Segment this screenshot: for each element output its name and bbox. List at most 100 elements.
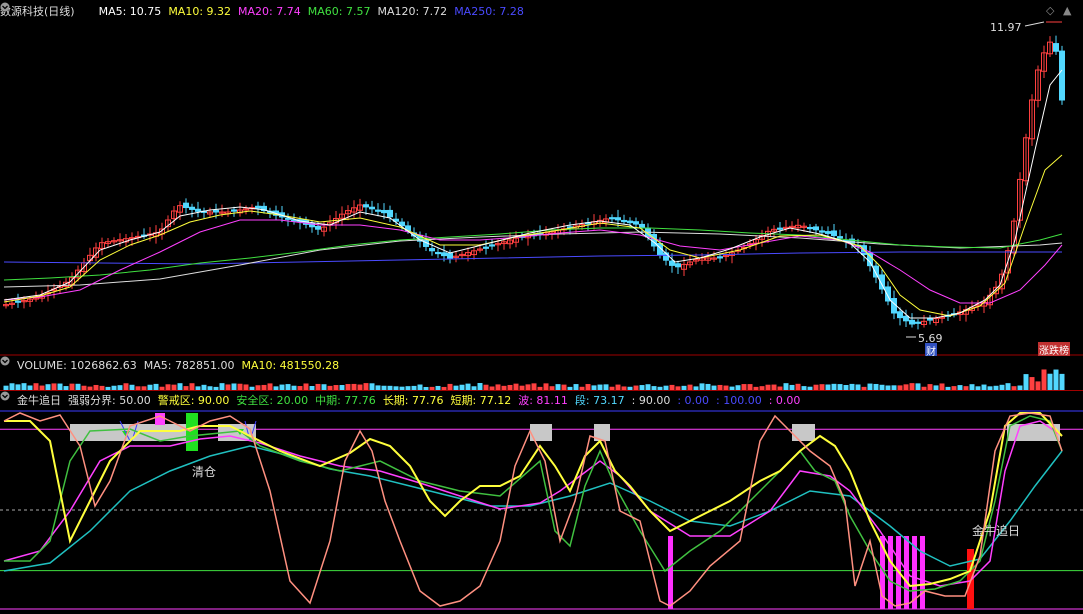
volume-bar — [993, 385, 999, 390]
volume-bar — [63, 386, 69, 390]
volume-bar — [675, 386, 681, 390]
candle-body — [447, 253, 453, 259]
candle-body — [819, 230, 825, 233]
volume-bar — [627, 386, 633, 390]
volume-bar — [327, 385, 333, 390]
candle-body — [777, 227, 783, 230]
candle-body — [381, 209, 387, 214]
volume-bar — [525, 384, 531, 390]
volume-bar — [285, 384, 291, 390]
volume-bar — [339, 385, 345, 390]
volume-bar — [789, 384, 795, 390]
volume-label-0: VOLUME: 1026862.63 — [17, 358, 137, 372]
volume-bar — [261, 384, 267, 390]
volume-bar — [315, 383, 321, 390]
candle-body — [903, 315, 909, 322]
volume-bar — [453, 385, 459, 390]
volume-bar — [873, 383, 879, 390]
candle-body — [195, 208, 201, 212]
volume-bar — [123, 383, 129, 390]
expand-icon[interactable]: ◇ — [1046, 4, 1054, 17]
volume-bar — [51, 383, 57, 390]
volume-bar — [441, 386, 447, 390]
volume-dropdown-icon[interactable] — [0, 356, 13, 370]
volume-bar — [1029, 377, 1035, 390]
candle-body — [483, 246, 489, 249]
volume-bar — [39, 385, 45, 390]
volume-bar — [399, 386, 405, 390]
volume-bar — [705, 383, 711, 390]
candle-body — [489, 244, 495, 247]
volume-bar — [273, 386, 279, 390]
indicator-param-7: 段: 73.17 — [574, 394, 625, 407]
volume-bar — [951, 386, 957, 390]
volume-bar — [81, 385, 87, 390]
volume-bar — [3, 385, 9, 390]
volume-label-2: MA10: 481550.28 — [241, 358, 340, 372]
volume-bar — [237, 383, 243, 390]
ma-label-1: MA10: 9.32 — [168, 4, 232, 18]
volume-bar — [765, 384, 771, 390]
volume-bar — [729, 386, 735, 390]
candle-body — [231, 209, 237, 212]
volume-bar — [909, 383, 915, 390]
volume-bar — [9, 383, 15, 390]
volume-bar — [111, 385, 117, 390]
indicator-title: 金牛追日 — [17, 394, 61, 407]
golden-bull-label: 金牛追日 — [972, 524, 1021, 538]
volume-bar — [417, 384, 423, 390]
candle-body — [909, 319, 915, 325]
volume-bar — [207, 386, 213, 390]
high-price-label: 11.97 — [990, 21, 1022, 34]
volume-bar — [483, 384, 489, 390]
volume-bar — [141, 386, 147, 390]
candle-body — [825, 231, 831, 234]
volume-bar — [279, 384, 285, 390]
volume-bar — [903, 384, 909, 390]
volume-bar — [699, 383, 705, 390]
volume-bar — [657, 386, 663, 390]
volume-bar — [447, 383, 453, 390]
candlestick-panel[interactable]: 11.97 5.69 财 涨跌榜 — [0, 0, 1083, 358]
indicator-param-3: 中期: 77.76 — [315, 394, 376, 407]
volume-bar — [165, 384, 171, 390]
volume-bar — [813, 384, 819, 390]
volume-bar — [537, 386, 543, 390]
volume-bar — [885, 385, 891, 390]
volume-bar — [711, 385, 717, 390]
volume-bar — [609, 386, 615, 390]
indicator-header: 金牛追日 强弱分界: 50.00 警戒区: 90.00 安全区: 20.00 中期: … — [0, 391, 1083, 409]
limit-list-badge[interactable]: 涨跌榜 — [1038, 342, 1070, 357]
indicator-panel[interactable]: 清仓 金牛追日 — [0, 391, 1083, 614]
volume-bar — [915, 383, 921, 390]
volume-bar — [75, 383, 81, 390]
volume-bar — [567, 386, 573, 390]
indicator-chart[interactable] — [0, 391, 1083, 614]
volume-bar — [15, 384, 21, 390]
settings-dropdown-icon[interactable] — [0, 2, 95, 16]
peak-marker — [155, 413, 165, 425]
candle-body — [255, 205, 261, 209]
candlestick-chart[interactable] — [0, 0, 1083, 356]
volume-bar — [27, 385, 33, 390]
volume-bar — [891, 385, 897, 390]
volume-bar — [267, 383, 273, 390]
candle-body — [807, 226, 813, 230]
chart-title: 数源科技(日线) — [0, 5, 75, 18]
volume-bar — [717, 384, 723, 390]
volume-bar — [771, 384, 777, 390]
candle-body — [369, 206, 375, 210]
volume-bar — [549, 386, 555, 390]
indicator-dropdown-icon[interactable] — [0, 391, 13, 405]
volume-bar — [561, 384, 567, 390]
collapse-icon[interactable]: ▲ — [1063, 4, 1071, 17]
indicator-param-6: 波: 81.11 — [518, 394, 568, 407]
volume-bar — [405, 386, 411, 390]
indicator-param-11: : 0.00 — [768, 394, 801, 407]
candle-body — [609, 217, 615, 220]
volume-bar — [615, 384, 621, 390]
volume-bar — [987, 386, 993, 390]
volume-bar — [45, 384, 51, 390]
volume-bar — [723, 385, 729, 390]
volume-bar — [693, 386, 699, 390]
